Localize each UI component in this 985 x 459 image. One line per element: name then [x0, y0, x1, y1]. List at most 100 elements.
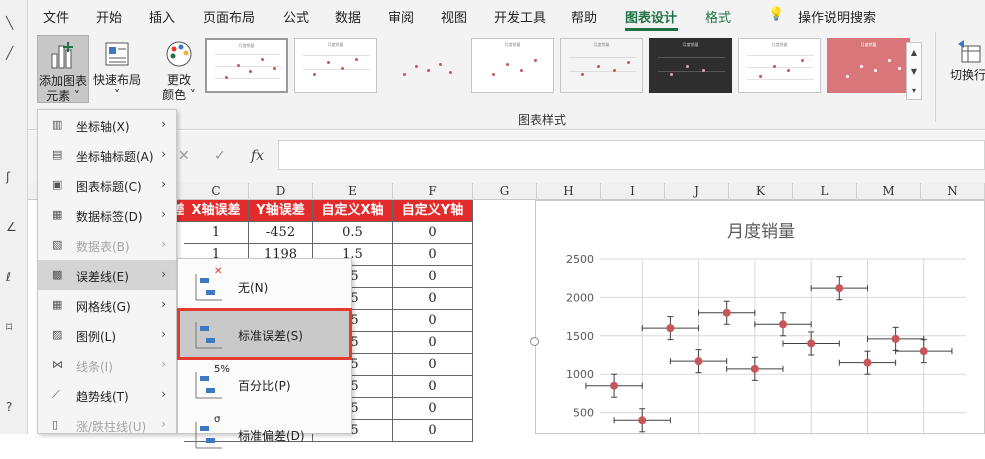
add-chart-element-button[interactable]: 添加图表 元素 ˅ [37, 35, 89, 103]
menu-item[interactable]: ⟋ 趋势线(T) › [38, 380, 176, 410]
menu-item[interactable]: ▩ 误差线(E) › [38, 260, 176, 290]
data-point [722, 308, 731, 317]
menu-item[interactable]: ▦ 数据标签(D) › [38, 200, 176, 230]
tab-insert[interactable]: 插入 [149, 7, 175, 26]
menu-item[interactable]: ▥ 坐标轴(X) › [38, 110, 176, 140]
chart-style-1[interactable]: 月度销量 [205, 38, 288, 93]
menu-item[interactable]: ▨ 图例(L) › [38, 320, 176, 350]
column-header[interactable]: L [793, 183, 857, 200]
lightbulb-icon: 💡 [768, 7, 785, 22]
insert-function-icon[interactable]: fx [251, 148, 264, 164]
menu-item[interactable]: ▣ 图表标题(C) › [38, 170, 176, 200]
gallery-more-icon[interactable]: ▾ [907, 81, 921, 100]
tab-format[interactable]: 格式 [705, 7, 731, 26]
switch-row-column-icon [958, 40, 981, 63]
submenu-item[interactable]: σ 标准偏差(D) [178, 409, 351, 459]
table-cell[interactable]: 0 [393, 244, 473, 266]
switch-row-column-button[interactable]: 切换行/ [940, 38, 985, 98]
thumb-dot [427, 69, 430, 72]
quick-layout-label: 快速布局 [92, 73, 141, 87]
chart-resize-handle[interactable] [530, 337, 539, 346]
enter-icon[interactable]: ✓ [214, 148, 226, 164]
pen-icon[interactable]: ∠ [6, 220, 20, 234]
change-colors-button[interactable]: 更改 颜色 ˅ [156, 35, 202, 103]
column-header[interactable]: E [313, 183, 393, 200]
chart-style-6[interactable]: 月度销量 [649, 38, 732, 93]
chart-style-5[interactable]: 月度销量 [560, 38, 643, 93]
chart-style-8[interactable]: 月度销量 [827, 38, 910, 93]
column-header[interactable]: F [393, 183, 473, 200]
thumb-dot [581, 73, 584, 76]
chart-style-3[interactable] [382, 38, 465, 93]
tab-developer[interactable]: 开发工具 [494, 7, 546, 26]
help-search[interactable]: 操作说明搜索 [798, 7, 876, 26]
table-cell[interactable]: -452 [249, 222, 313, 244]
formula-input[interactable] [278, 140, 985, 170]
thumb-dot [898, 67, 901, 70]
empty-column[interactable] [473, 200, 537, 434]
table-header-cell[interactable]: Y轴误差 [249, 200, 313, 222]
pointer-icon[interactable]: ╱ [6, 46, 20, 60]
table-cell[interactable]: 0 [393, 288, 473, 310]
thumb-dot [449, 71, 452, 74]
thumb-dot [237, 64, 240, 67]
table-cell[interactable]: 0 [393, 420, 473, 442]
tab-page-layout[interactable]: 页面布局 [203, 7, 255, 26]
table-cell[interactable]: 0 [393, 376, 473, 398]
column-header[interactable]: K [729, 183, 793, 200]
question-icon[interactable]: ? [6, 400, 20, 414]
eraser-icon[interactable]: ⌑ [6, 320, 20, 334]
tab-chart-design[interactable]: 图表设计 [625, 7, 677, 26]
menu-item-label: 图例(L) [76, 330, 117, 344]
none-error-bars-icon: ✕ [192, 266, 224, 302]
quick-layout-button[interactable]: 快速布局 ˅ [91, 35, 143, 103]
menu-item[interactable]: ▤ 坐标轴标题(A) › [38, 140, 176, 170]
tab-data[interactable]: 数据 [335, 7, 361, 26]
table-cell[interactable]: 0 [393, 310, 473, 332]
gallery-scrollbar[interactable]: ▲ ▼ ▾ [906, 42, 922, 100]
column-header[interactable]: M [857, 183, 921, 200]
thumb-gridline [747, 79, 814, 80]
tab-view[interactable]: 视图 [441, 7, 467, 26]
chart-plot[interactable]: 2500 2000 1500 1000 500 [536, 201, 985, 435]
table-cell[interactable]: 1 [184, 222, 249, 244]
column-header[interactable]: N [921, 183, 985, 200]
chart-style-4[interactable]: 月度销量 [471, 38, 554, 93]
table-cell[interactable]: 0 [393, 222, 473, 244]
table-cell[interactable]: 0 [393, 354, 473, 376]
tab-file[interactable]: 文件 [43, 7, 69, 26]
table-header-cell[interactable]: X轴误差 [184, 200, 249, 222]
submenu-item[interactable]: ✕ 无(N) [178, 261, 351, 311]
table-cell[interactable]: 0 [393, 332, 473, 354]
column-header[interactable]: D [249, 183, 313, 200]
chart-style-7[interactable]: 月度销量 [738, 38, 821, 93]
thumb-dot [773, 65, 776, 68]
submenu-item[interactable]: 标准误差(S) [177, 308, 352, 360]
tab-review[interactable]: 审阅 [388, 7, 414, 26]
column-header[interactable]: H [537, 183, 601, 200]
table-cell[interactable]: 0.5 [313, 222, 393, 244]
submenu-item[interactable]: 5% 百分比(P) [178, 359, 351, 409]
table-cell[interactable]: 0 [393, 398, 473, 420]
column-header[interactable]: J [665, 183, 729, 200]
pointer-icon[interactable]: ╲ [6, 16, 20, 30]
column-header[interactable]: C [184, 183, 249, 200]
tab-formulas[interactable]: 公式 [283, 7, 309, 26]
scroll-up-icon[interactable]: ▲ [907, 43, 921, 62]
chart-style-2[interactable]: 月度销量 [294, 38, 377, 93]
table-header-cell[interactable]: 自定义Y轴 [393, 200, 473, 222]
scroll-down-icon[interactable]: ▼ [907, 62, 921, 81]
cancel-icon[interactable]: ✕ [178, 148, 190, 164]
table-cell[interactable]: 0 [393, 266, 473, 288]
column-header[interactable]: G [473, 183, 537, 200]
tab-help[interactable]: 帮助 [571, 7, 597, 26]
thumb-dot [787, 69, 790, 72]
table-header-cell[interactable]: 自定义X轴 [313, 200, 393, 222]
chart-area[interactable]: 月度销量 2500 2000 1500 1000 500 [535, 200, 985, 435]
pen-icon[interactable]: ʃ [6, 170, 20, 184]
chevron-right-icon: › [161, 387, 166, 401]
tab-home[interactable]: 开始 [96, 7, 122, 26]
brush-icon[interactable]: ℓ [6, 270, 20, 284]
column-header[interactable]: I [601, 183, 665, 200]
menu-item[interactable]: ▦ 网格线(G) › [38, 290, 176, 320]
